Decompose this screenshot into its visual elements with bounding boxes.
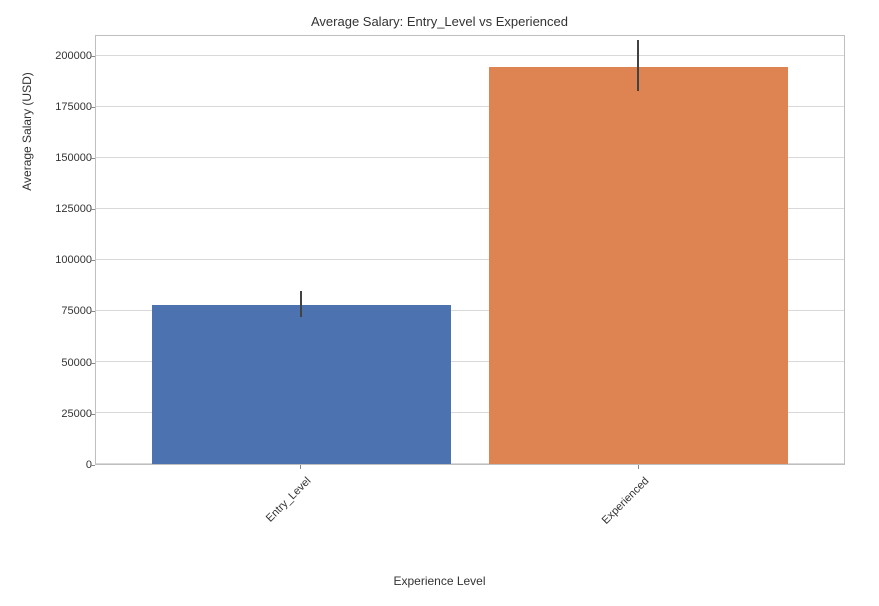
y-tick-label: 175000 (52, 101, 92, 113)
bar-entry-level (152, 305, 451, 464)
y-tick-label: 25000 (52, 408, 92, 420)
y-tick-mark (91, 414, 95, 415)
chart-root: Average Salary: Entry_Level vs Experienc… (0, 0, 879, 606)
y-tick-label: 75000 (52, 305, 92, 317)
y-tick-mark (91, 158, 95, 159)
error-bar-experienced (637, 40, 639, 91)
bar-experienced (489, 67, 788, 464)
grid-line (96, 55, 844, 56)
x-tick-label-experienced: Experienced (591, 475, 651, 535)
y-axis-label: Average Salary (USD) (20, 72, 34, 191)
y-tick-mark (91, 56, 95, 57)
y-tick-mark (91, 260, 95, 261)
y-tick-mark (91, 209, 95, 210)
y-tick-label: 150000 (52, 152, 92, 164)
chart-title: Average Salary: Entry_Level vs Experienc… (0, 14, 879, 29)
y-tick-label: 100000 (52, 254, 92, 266)
x-tick-label-entry: Entry_Level (256, 475, 314, 533)
x-axis-label: Experience Level (0, 574, 879, 588)
x-tick-mark (638, 465, 639, 469)
y-tick-mark (91, 465, 95, 466)
error-bar-entry (300, 291, 302, 317)
y-tick-mark (91, 311, 95, 312)
y-tick-mark (91, 363, 95, 364)
y-tick-label: 200000 (52, 50, 92, 62)
plot-area (95, 35, 845, 465)
y-tick-mark (91, 107, 95, 108)
y-tick-label: 125000 (52, 203, 92, 215)
y-tick-label: 0 (52, 459, 92, 471)
x-tick-mark (300, 465, 301, 469)
y-tick-label: 50000 (52, 357, 92, 369)
